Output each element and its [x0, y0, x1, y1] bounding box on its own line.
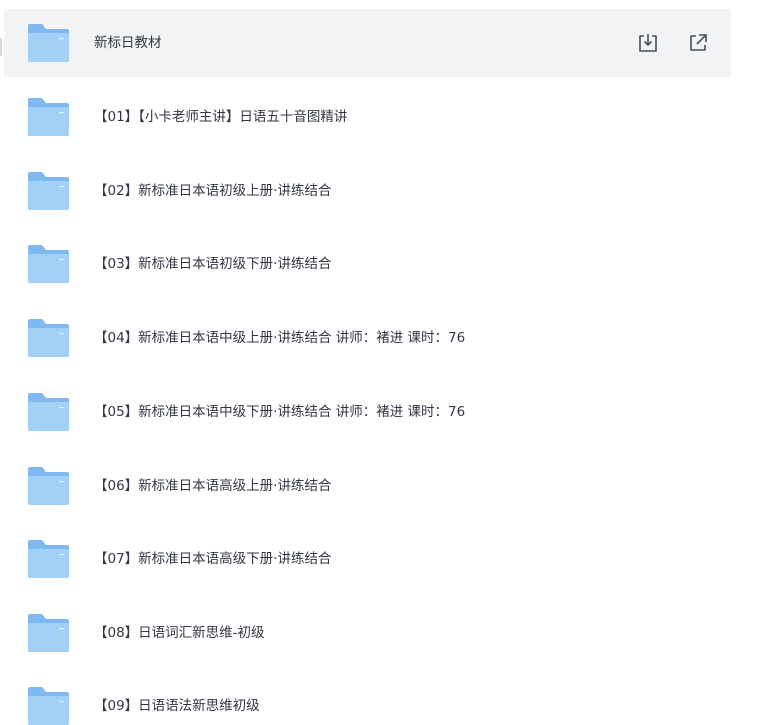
row-actions	[637, 9, 709, 77]
folder-icon	[28, 98, 69, 136]
folder-icon	[28, 687, 69, 725]
folder-name: 【07】新标准日本语高级下册·讲练结合	[94, 551, 332, 567]
list-item[interactable]: 【01】【小卡老师主讲】日语五十音图精讲	[4, 83, 731, 151]
folder-icon	[28, 393, 69, 431]
folder-icon	[28, 319, 69, 357]
folder-name: 【05】新标准日本语中级下册·讲练结合 讲师：褚进 课时：76	[94, 404, 466, 420]
list-item[interactable]: 【07】新标准日本语高级下册·讲练结合	[4, 525, 731, 593]
folder-name: 【02】新标准日本语初级上册·讲练结合	[94, 183, 332, 199]
folder-name: 【04】新标准日本语中级上册·讲练结合 讲师：褚进 课时：76	[94, 330, 466, 346]
folder-name: 【08】日语词汇新思维-初级	[94, 625, 265, 641]
list-item[interactable]: 【02】新标准日本语初级上册·讲练结合	[4, 157, 731, 225]
folder-icon	[28, 245, 69, 283]
folder-icon	[28, 614, 69, 652]
folder-icon	[28, 172, 69, 210]
list-item[interactable]: 【09】日语语法新思维初级	[4, 672, 731, 725]
folder-name: 新标日教材	[94, 35, 162, 51]
folder-name: 【01】【小卡老师主讲】日语五十音图精讲	[94, 109, 348, 125]
folder-name: 【09】日语语法新思维初级	[94, 698, 260, 714]
folder-icon	[28, 540, 69, 578]
list-item[interactable]: 新标日教材	[4, 9, 731, 77]
download-icon[interactable]	[637, 32, 659, 54]
list-item[interactable]: 【06】新标准日本语高级上册·讲练结合	[4, 452, 731, 520]
folder-icon	[28, 24, 69, 62]
list-item[interactable]: 【08】日语词汇新思维-初级	[4, 599, 731, 667]
share-icon[interactable]	[687, 32, 709, 54]
file-list: 新标日教材 【01】【小卡老师主讲】日语五十音图精讲 【02】新标准日本语初级上…	[0, 0, 759, 725]
folder-name: 【06】新标准日本语高级上册·讲练结合	[94, 478, 332, 494]
list-item[interactable]: 【03】新标准日本语初级下册·讲练结合	[4, 230, 731, 298]
folder-icon	[28, 467, 69, 505]
list-item[interactable]: 【04】新标准日本语中级上册·讲练结合 讲师：褚进 课时：76	[4, 304, 731, 372]
folder-name: 【03】新标准日本语初级下册·讲练结合	[94, 256, 332, 272]
list-item[interactable]: 【05】新标准日本语中级下册·讲练结合 讲师：褚进 课时：76	[4, 378, 731, 446]
edge-scroll-indicator	[0, 38, 2, 56]
